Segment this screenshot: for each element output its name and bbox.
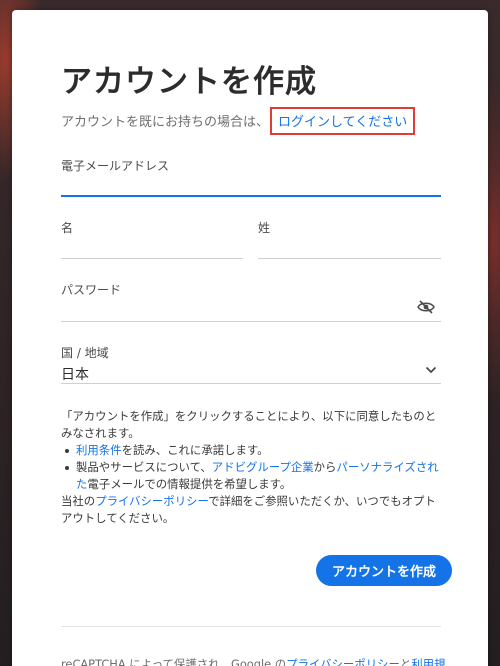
country-underline bbox=[61, 383, 441, 384]
signin-prompt-row: アカウントを既にお持ちの場合は、 ログインしてください bbox=[61, 107, 441, 135]
terms-text: 「アカウントを作成」をクリックすることにより、以下に同意したものとみなされます。… bbox=[61, 408, 443, 527]
email-field[interactable] bbox=[61, 174, 441, 194]
privacy-note: 当社のプライバシーポリシーで詳細をご参照いただくか、いつでもオプトアウトしてくだ… bbox=[61, 493, 443, 527]
recaptcha-prefix: reCAPTCHA によって保護され、Google の bbox=[61, 657, 287, 666]
first-name-field[interactable] bbox=[61, 236, 243, 256]
adobe-group-link[interactable]: アドビグループ企業 bbox=[212, 460, 314, 474]
privacy-prefix: 当社の bbox=[61, 494, 96, 508]
chevron-down-icon[interactable] bbox=[425, 365, 437, 375]
password-underline bbox=[61, 321, 441, 322]
signin-link[interactable]: ログインしてください bbox=[270, 107, 416, 135]
privacy-policy-link[interactable]: プライバシーポリシー bbox=[95, 494, 208, 508]
country-select[interactable]: 日本 bbox=[61, 364, 89, 384]
terms-intro: 「アカウントを作成」をクリックすることにより、以下に同意したものとみなされます。 bbox=[61, 409, 437, 440]
terms-bullet-2-prefix: 製品やサービスについて、 bbox=[76, 460, 212, 474]
first-name-underline bbox=[61, 258, 243, 259]
section-divider bbox=[61, 626, 441, 627]
email-label: 電子メールアドレス bbox=[61, 159, 170, 173]
country-label: 国 / 地域 bbox=[61, 346, 109, 360]
terms-bullet-1: 利用条件を読み、これに承諾します。 bbox=[61, 442, 443, 459]
terms-bullet-2-mid: から bbox=[313, 460, 337, 474]
terms-bullet-1-text: を読み、これに承諾します。 bbox=[121, 443, 269, 457]
email-underline bbox=[61, 195, 441, 197]
last-name-label: 姓 bbox=[258, 221, 271, 235]
google-privacy-link[interactable]: プライバシーポリシー bbox=[286, 657, 400, 666]
signup-card: アカウントを作成 アカウントを既にお持ちの場合は、 ログインしてください 電子メー… bbox=[12, 10, 488, 666]
recaptcha-notice: reCAPTCHA によって保護され、Google のプライバシーポリシーと利用… bbox=[61, 656, 445, 666]
password-field[interactable] bbox=[61, 299, 411, 319]
recaptcha-mid: と bbox=[399, 657, 412, 666]
google-terms-link[interactable]: 利用規 bbox=[411, 657, 445, 666]
terms-bullet-2: 製品やサービスについて、アドビグループ企業からパーソナライズされた電子メールでの… bbox=[61, 459, 443, 493]
terms-bullet-2-suffix: 電子メールでの情報提供を希望します。 bbox=[87, 477, 292, 491]
signin-prompt-text: アカウントを既にお持ちの場合は、 bbox=[61, 115, 270, 130]
terms-of-use-link[interactable]: 利用条件 bbox=[76, 443, 122, 457]
create-account-button[interactable]: アカウントを作成 bbox=[316, 555, 452, 586]
page-title: アカウントを作成 bbox=[61, 64, 317, 100]
last-name-field[interactable] bbox=[258, 236, 441, 256]
eye-slash-icon[interactable] bbox=[417, 300, 435, 314]
first-name-label: 名 bbox=[61, 221, 74, 235]
password-label: パスワード bbox=[61, 283, 122, 297]
terms-list: 利用条件を読み、これに承諾します。 製品やサービスについて、アドビグループ企業か… bbox=[61, 442, 443, 493]
last-name-underline bbox=[258, 258, 441, 259]
